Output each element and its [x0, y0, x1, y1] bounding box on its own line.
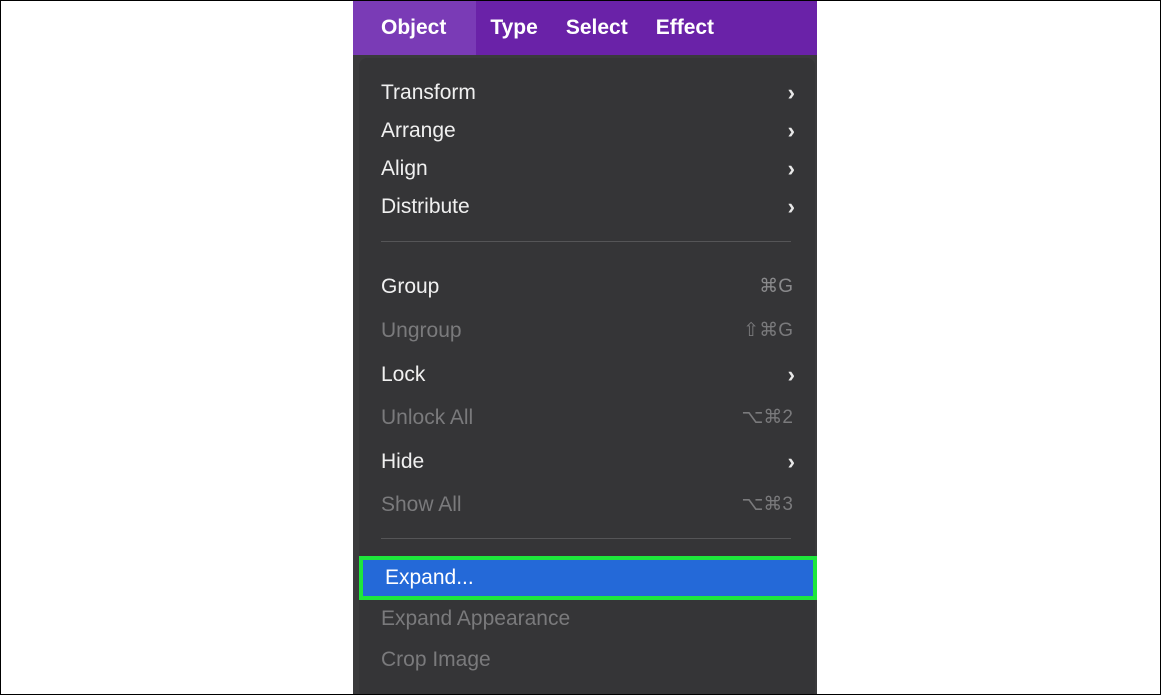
menu-item-label: Show All — [381, 493, 462, 516]
chevron-right-icon: › — [787, 362, 795, 387]
menu-item-align[interactable]: Align › — [359, 150, 815, 188]
menu-select[interactable]: Select — [552, 1, 642, 55]
menu-item-lock[interactable]: Lock › — [359, 356, 815, 394]
menu-item-label: Group — [381, 275, 440, 298]
menu-item-label: Lock — [381, 363, 426, 386]
menu-effect[interactable]: Effect — [642, 1, 728, 55]
shortcut-label: ⌘G — [759, 276, 793, 297]
chevron-right-icon: › — [787, 194, 795, 219]
chevron-right-icon: › — [787, 118, 795, 143]
menu-item-label: Align — [381, 157, 428, 180]
menu-item-unlock-all[interactable]: Unlock All ⌥⌘2 — [359, 399, 815, 437]
chevron-right-icon: › — [787, 80, 795, 105]
shortcut-label: ⌥⌘3 — [741, 494, 793, 515]
menu-item-show-all[interactable]: Show All ⌥⌘3 — [359, 486, 815, 524]
menu-item-label: Unlock All — [381, 406, 474, 429]
menu-separator — [381, 241, 791, 242]
menu-item-label: Transform — [381, 81, 476, 104]
screenshot-frame: Object Type Select Effect Transform › Ar… — [0, 0, 1161, 695]
menu-item-distribute[interactable]: Distribute › — [359, 188, 815, 226]
menu-item-label: Arrange — [381, 119, 456, 142]
menu-item-arrange[interactable]: Arrange › — [359, 112, 815, 150]
app-screenshot: Object Type Select Effect Transform › Ar… — [353, 1, 817, 694]
menu-item-label: Crop Image — [381, 648, 491, 671]
object-dropdown-menu: Transform › Arrange › Align › Distribute… — [359, 58, 817, 694]
menu-item-label: Ungroup — [381, 319, 462, 342]
menu-item-transform[interactable]: Transform › — [359, 74, 815, 112]
menu-item-crop-image[interactable]: Crop Image — [359, 641, 815, 679]
menu-item-group[interactable]: Group ⌘G — [359, 268, 815, 306]
shortcut-label: ⌥⌘2 — [741, 407, 793, 428]
menu-item-ungroup[interactable]: Ungroup ⇧⌘G — [359, 312, 815, 350]
menu-item-label: Expand Appearance — [381, 607, 571, 630]
menu-item-label: Hide — [381, 450, 425, 473]
menu-item-expand[interactable]: Expand... — [359, 556, 817, 600]
menu-type[interactable]: Type — [476, 1, 551, 55]
chevron-right-icon: › — [787, 156, 795, 181]
menu-item-label: Distribute — [381, 195, 470, 218]
menu-item-label: Expand... — [385, 566, 474, 589]
menu-bar: Object Type Select Effect — [353, 1, 817, 55]
menu-separator — [381, 538, 791, 539]
menu-object[interactable]: Object — [353, 1, 477, 55]
chevron-right-icon: › — [787, 449, 795, 474]
menu-item-hide[interactable]: Hide › — [359, 443, 815, 481]
shortcut-label: ⇧⌘G — [743, 320, 793, 341]
menu-item-expand-appearance[interactable]: Expand Appearance — [359, 600, 815, 638]
